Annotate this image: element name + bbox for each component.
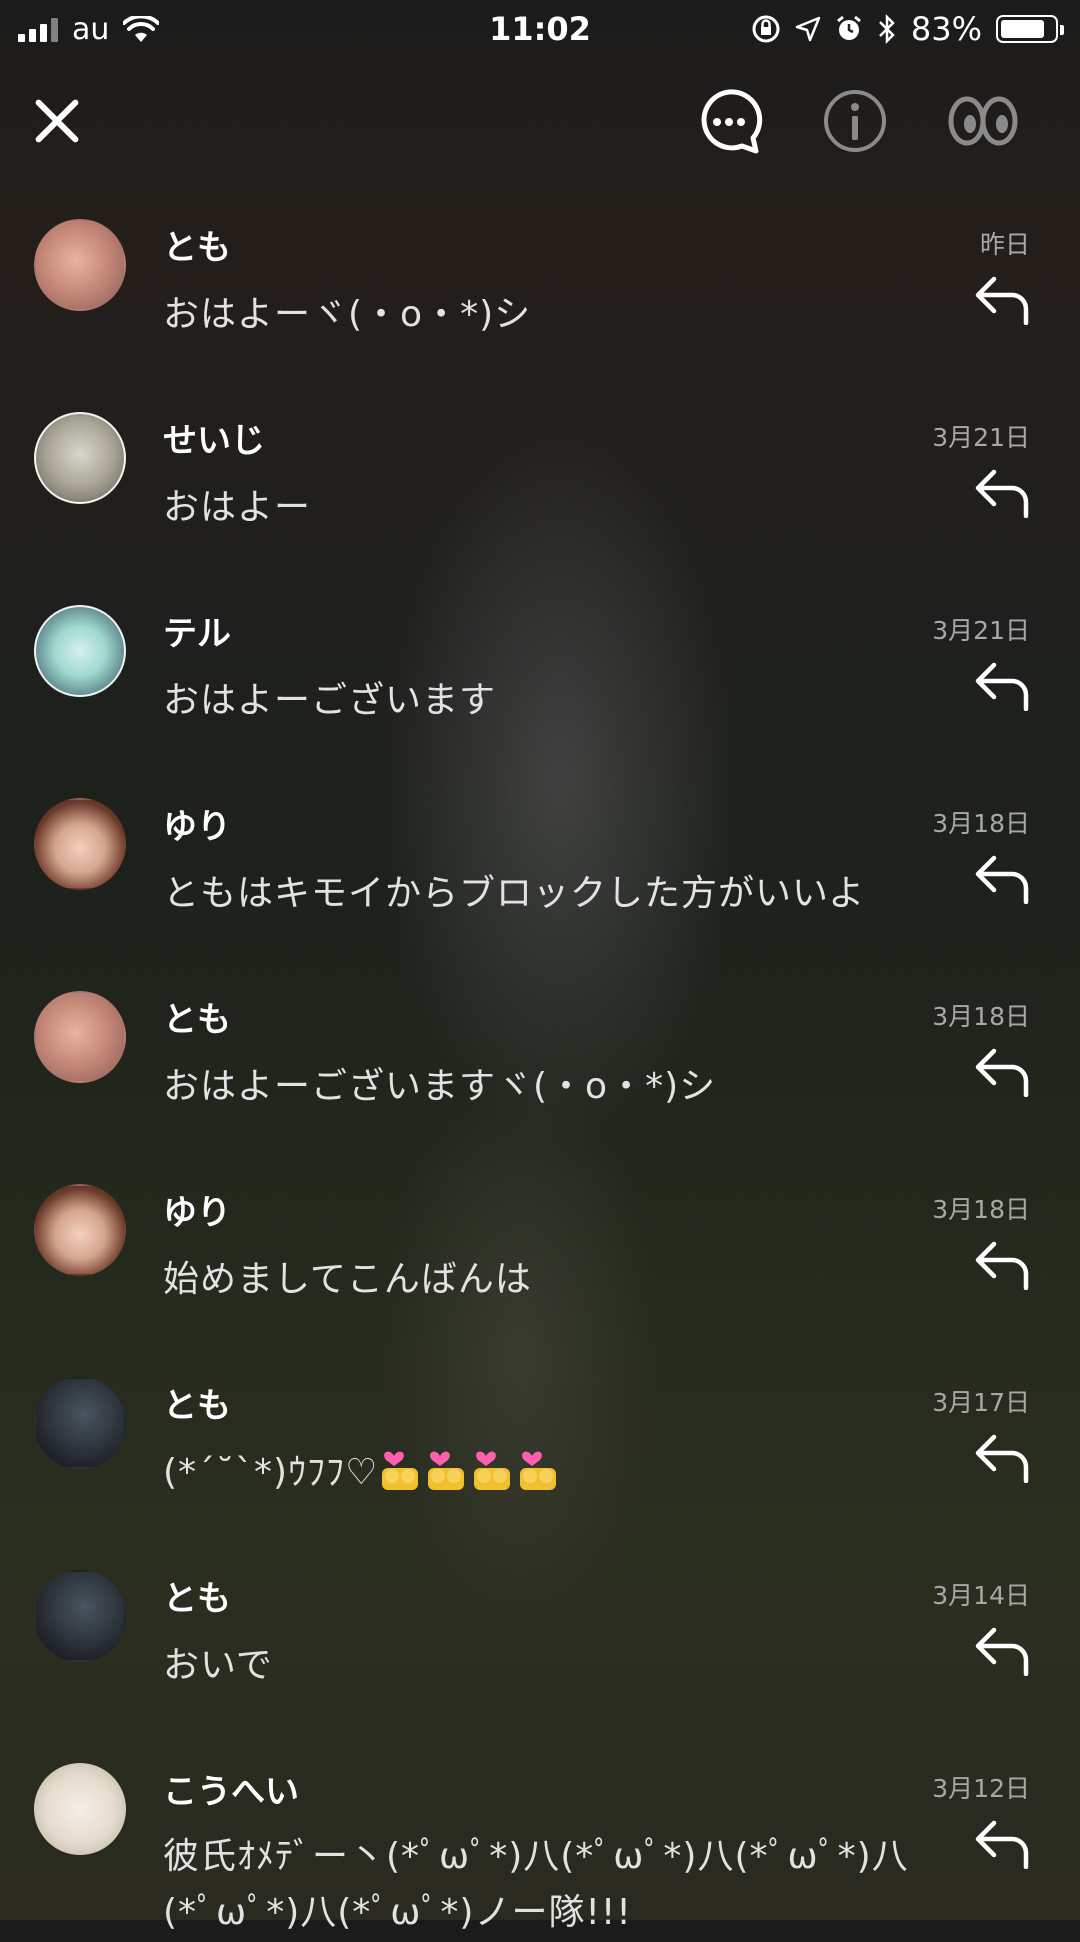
reply-icon[interactable]: [974, 1626, 1030, 1676]
sender-name: せいじ: [163, 421, 265, 461]
message-text: 始めましてこんばんは: [163, 1259, 532, 1300]
status-right: 83%: [751, 10, 1064, 48]
avatar[interactable]: [34, 991, 126, 1083]
reply-icon[interactable]: [974, 468, 1030, 518]
alarm-icon: [836, 15, 861, 40]
message-text: 彼氏ｵﾒﾃﾞー丶(*ﾟωﾟ*)八(*ﾟωﾟ*)八(*ﾟωﾟ*)八(*ﾟωﾟ*)八…: [163, 1836, 909, 1933]
reply-icon[interactable]: [974, 1433, 1030, 1483]
message-date: 昨日: [979, 230, 1030, 259]
reply-icon[interactable]: [974, 1819, 1030, 1869]
message-row[interactable]: せいじ 3月21日 おはよー: [0, 398, 1080, 591]
message-text: おはよーヾ(・o・*)シ: [163, 294, 532, 335]
message-text: おはよーございます: [163, 680, 497, 721]
avatar[interactable]: [34, 1377, 126, 1469]
couple-heart-emoji-icon: [428, 1451, 465, 1490]
message-row[interactable]: ゆり 3月18日 ともはキモイからブロックした方がいいよ: [0, 784, 1080, 977]
chat-bubble-icon[interactable]: [694, 86, 764, 156]
message-date: 3月12日: [932, 1774, 1030, 1803]
message-text: おいで: [163, 1645, 273, 1686]
bluetooth-icon: [878, 14, 895, 44]
battery-icon: [996, 15, 1064, 43]
battery-fill: [1001, 20, 1044, 38]
message-row[interactable]: とも 3月14日 おいで: [0, 1556, 1080, 1749]
message-text: おはよーございますヾ(・o・*)シ: [163, 1066, 717, 1107]
avatar[interactable]: [34, 1184, 126, 1276]
avatar[interactable]: [34, 412, 126, 504]
avatar[interactable]: [34, 798, 126, 890]
message-row[interactable]: とも 昨日 おはよーヾ(・o・*)シ: [0, 205, 1080, 398]
reply-icon[interactable]: [974, 854, 1030, 904]
message-date: 3月17日: [932, 1388, 1030, 1417]
message-date: 3月14日: [932, 1581, 1030, 1610]
avatar[interactable]: [34, 605, 126, 697]
avatar[interactable]: [34, 1570, 126, 1662]
battery-percent: 83%: [910, 10, 982, 48]
avatar[interactable]: [34, 219, 126, 311]
reply-icon[interactable]: [974, 661, 1030, 711]
couple-heart-emoji-icon: [474, 1451, 511, 1490]
message-date: 3月18日: [932, 809, 1030, 838]
sender-name: とも: [163, 228, 231, 268]
message-text: (*´˘`*)ｳﾌﾌ♡: [163, 1443, 562, 1495]
eyes-icon[interactable]: [946, 86, 1020, 156]
reply-icon[interactable]: [974, 275, 1030, 325]
couple-heart-emoji-icon: [382, 1451, 419, 1490]
message-date: 3月21日: [932, 616, 1030, 645]
location-icon: [795, 16, 821, 42]
message-list: とも 昨日 おはよーヾ(・o・*)シ せいじ 3月21日 おはよー テル 3月2…: [0, 205, 1080, 1942]
sender-name: とも: [163, 1000, 231, 1040]
info-icon[interactable]: [820, 86, 890, 156]
message-date: 3月21日: [932, 423, 1030, 452]
sender-name: とも: [163, 1579, 231, 1619]
sender-name: テル: [163, 614, 231, 654]
couple-heart-emoji-icon: [520, 1451, 557, 1490]
message-row[interactable]: テル 3月21日 おはよーございます: [0, 591, 1080, 784]
message-date: 3月18日: [932, 1195, 1030, 1224]
sender-name: こうへい: [163, 1772, 299, 1812]
reply-icon[interactable]: [974, 1240, 1030, 1290]
avatar[interactable]: [34, 1763, 126, 1855]
message-row[interactable]: ゆり 3月18日 始めましてこんばんは: [0, 1170, 1080, 1363]
close-icon[interactable]: [30, 94, 84, 148]
sender-name: ゆり: [163, 807, 231, 847]
reply-icon[interactable]: [974, 1047, 1030, 1097]
rotation-lock-icon: [752, 15, 780, 43]
sender-name: とも: [163, 1386, 231, 1426]
message-row[interactable]: とも 3月17日 (*´˘`*)ｳﾌﾌ♡: [0, 1363, 1080, 1556]
sender-name: ゆり: [163, 1193, 231, 1233]
message-row[interactable]: こうへい 3月12日 彼氏ｵﾒﾃﾞー丶(*ﾟωﾟ*)八(*ﾟωﾟ*)八(*ﾟωﾟ…: [0, 1749, 1080, 1942]
message-text: おはよー: [163, 487, 312, 528]
message-row[interactable]: とも 3月18日 おはよーございますヾ(・o・*)シ: [0, 977, 1080, 1170]
message-text: ともはキモイからブロックした方がいいよ: [163, 873, 866, 914]
message-text-body: (*´˘`*)ｳﾌﾌ♡: [163, 1452, 379, 1493]
top-bar: [0, 80, 1080, 170]
message-date: 3月18日: [932, 1002, 1030, 1031]
status-bar: au 11:02 83%: [0, 0, 1080, 60]
